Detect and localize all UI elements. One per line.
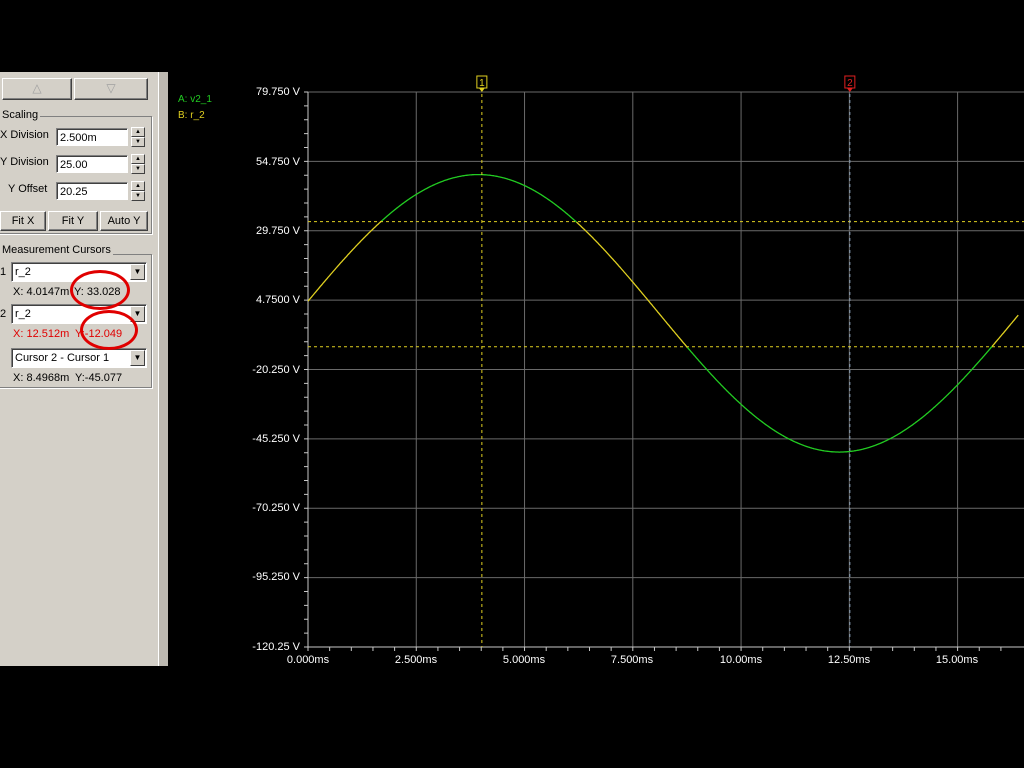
cursor1-marker-label: 1 <box>479 78 485 89</box>
trace-v2_1 <box>381 173 577 223</box>
cursor2-marker-label: 2 <box>847 78 853 89</box>
trace-r_2 <box>307 220 383 302</box>
trace-r_2 <box>576 221 688 348</box>
plot-traces <box>307 173 1019 453</box>
waveform-plot[interactable]: 12 <box>0 0 1024 768</box>
trace-r_2 <box>991 314 1019 347</box>
trace-v2_1 <box>686 345 993 453</box>
plot-grid <box>304 91 1024 651</box>
